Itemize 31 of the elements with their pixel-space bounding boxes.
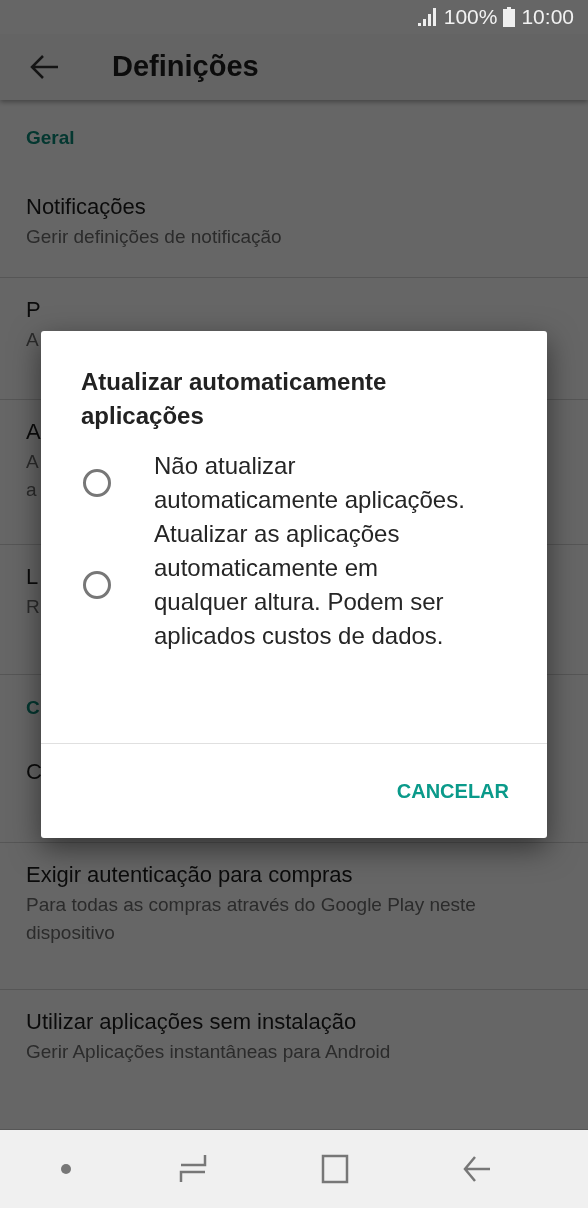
item-title: P	[26, 296, 41, 324]
back-arrow-icon	[463, 1154, 491, 1184]
item-subtitle: A	[26, 328, 39, 352]
item-subtitle: Gerir Aplicações instantâneas para Android	[26, 1040, 391, 1064]
clock: 10:00	[521, 4, 574, 29]
cancel-button[interactable]: CANCELAR	[384, 769, 521, 813]
item-subtitle: Gerir definições de notificação	[26, 225, 282, 249]
item-title: L	[26, 563, 39, 591]
section-header: Geral	[26, 126, 75, 149]
option-label[interactable]: Não atualizar automaticamente aplicações.	[154, 449, 467, 517]
radio-button[interactable]	[83, 469, 111, 497]
settings-item[interactable]: Exigir autenticação para compras Para todas as compras através do Google Play neste dispositivo	[0, 843, 588, 990]
option-label[interactable]: Atualizar as aplicações automaticamente em qualquer altura. Podem ser aplicados custos de dados.	[154, 517, 467, 653]
item-subtitle: Para todas as compras através do Google Play neste dispositivo	[26, 893, 477, 945]
item-title: Notificações	[26, 193, 146, 221]
item-title: A	[26, 418, 41, 446]
dialog-title: Atualizar automaticamente aplicações	[80, 367, 388, 431]
item-title: Utilizar aplicações sem instalação	[26, 1008, 357, 1036]
recent-apps-icon	[179, 1154, 207, 1184]
item-title: C	[26, 758, 42, 786]
item-title: Exigir autenticação para compras	[26, 861, 353, 889]
home-icon	[321, 1154, 349, 1184]
radio-button[interactable]	[83, 571, 111, 599]
battery-icon	[503, 6, 516, 27]
settings-item[interactable]: Notificações Gerir definições de notificação	[0, 175, 588, 278]
dot-icon[interactable]	[61, 1164, 71, 1174]
signal-icon	[415, 6, 438, 27]
battery-percentage: 100%	[443, 4, 498, 29]
section-header: C	[26, 696, 40, 719]
back-arrow-icon	[30, 53, 60, 80]
page-title: Definições	[112, 50, 259, 84]
